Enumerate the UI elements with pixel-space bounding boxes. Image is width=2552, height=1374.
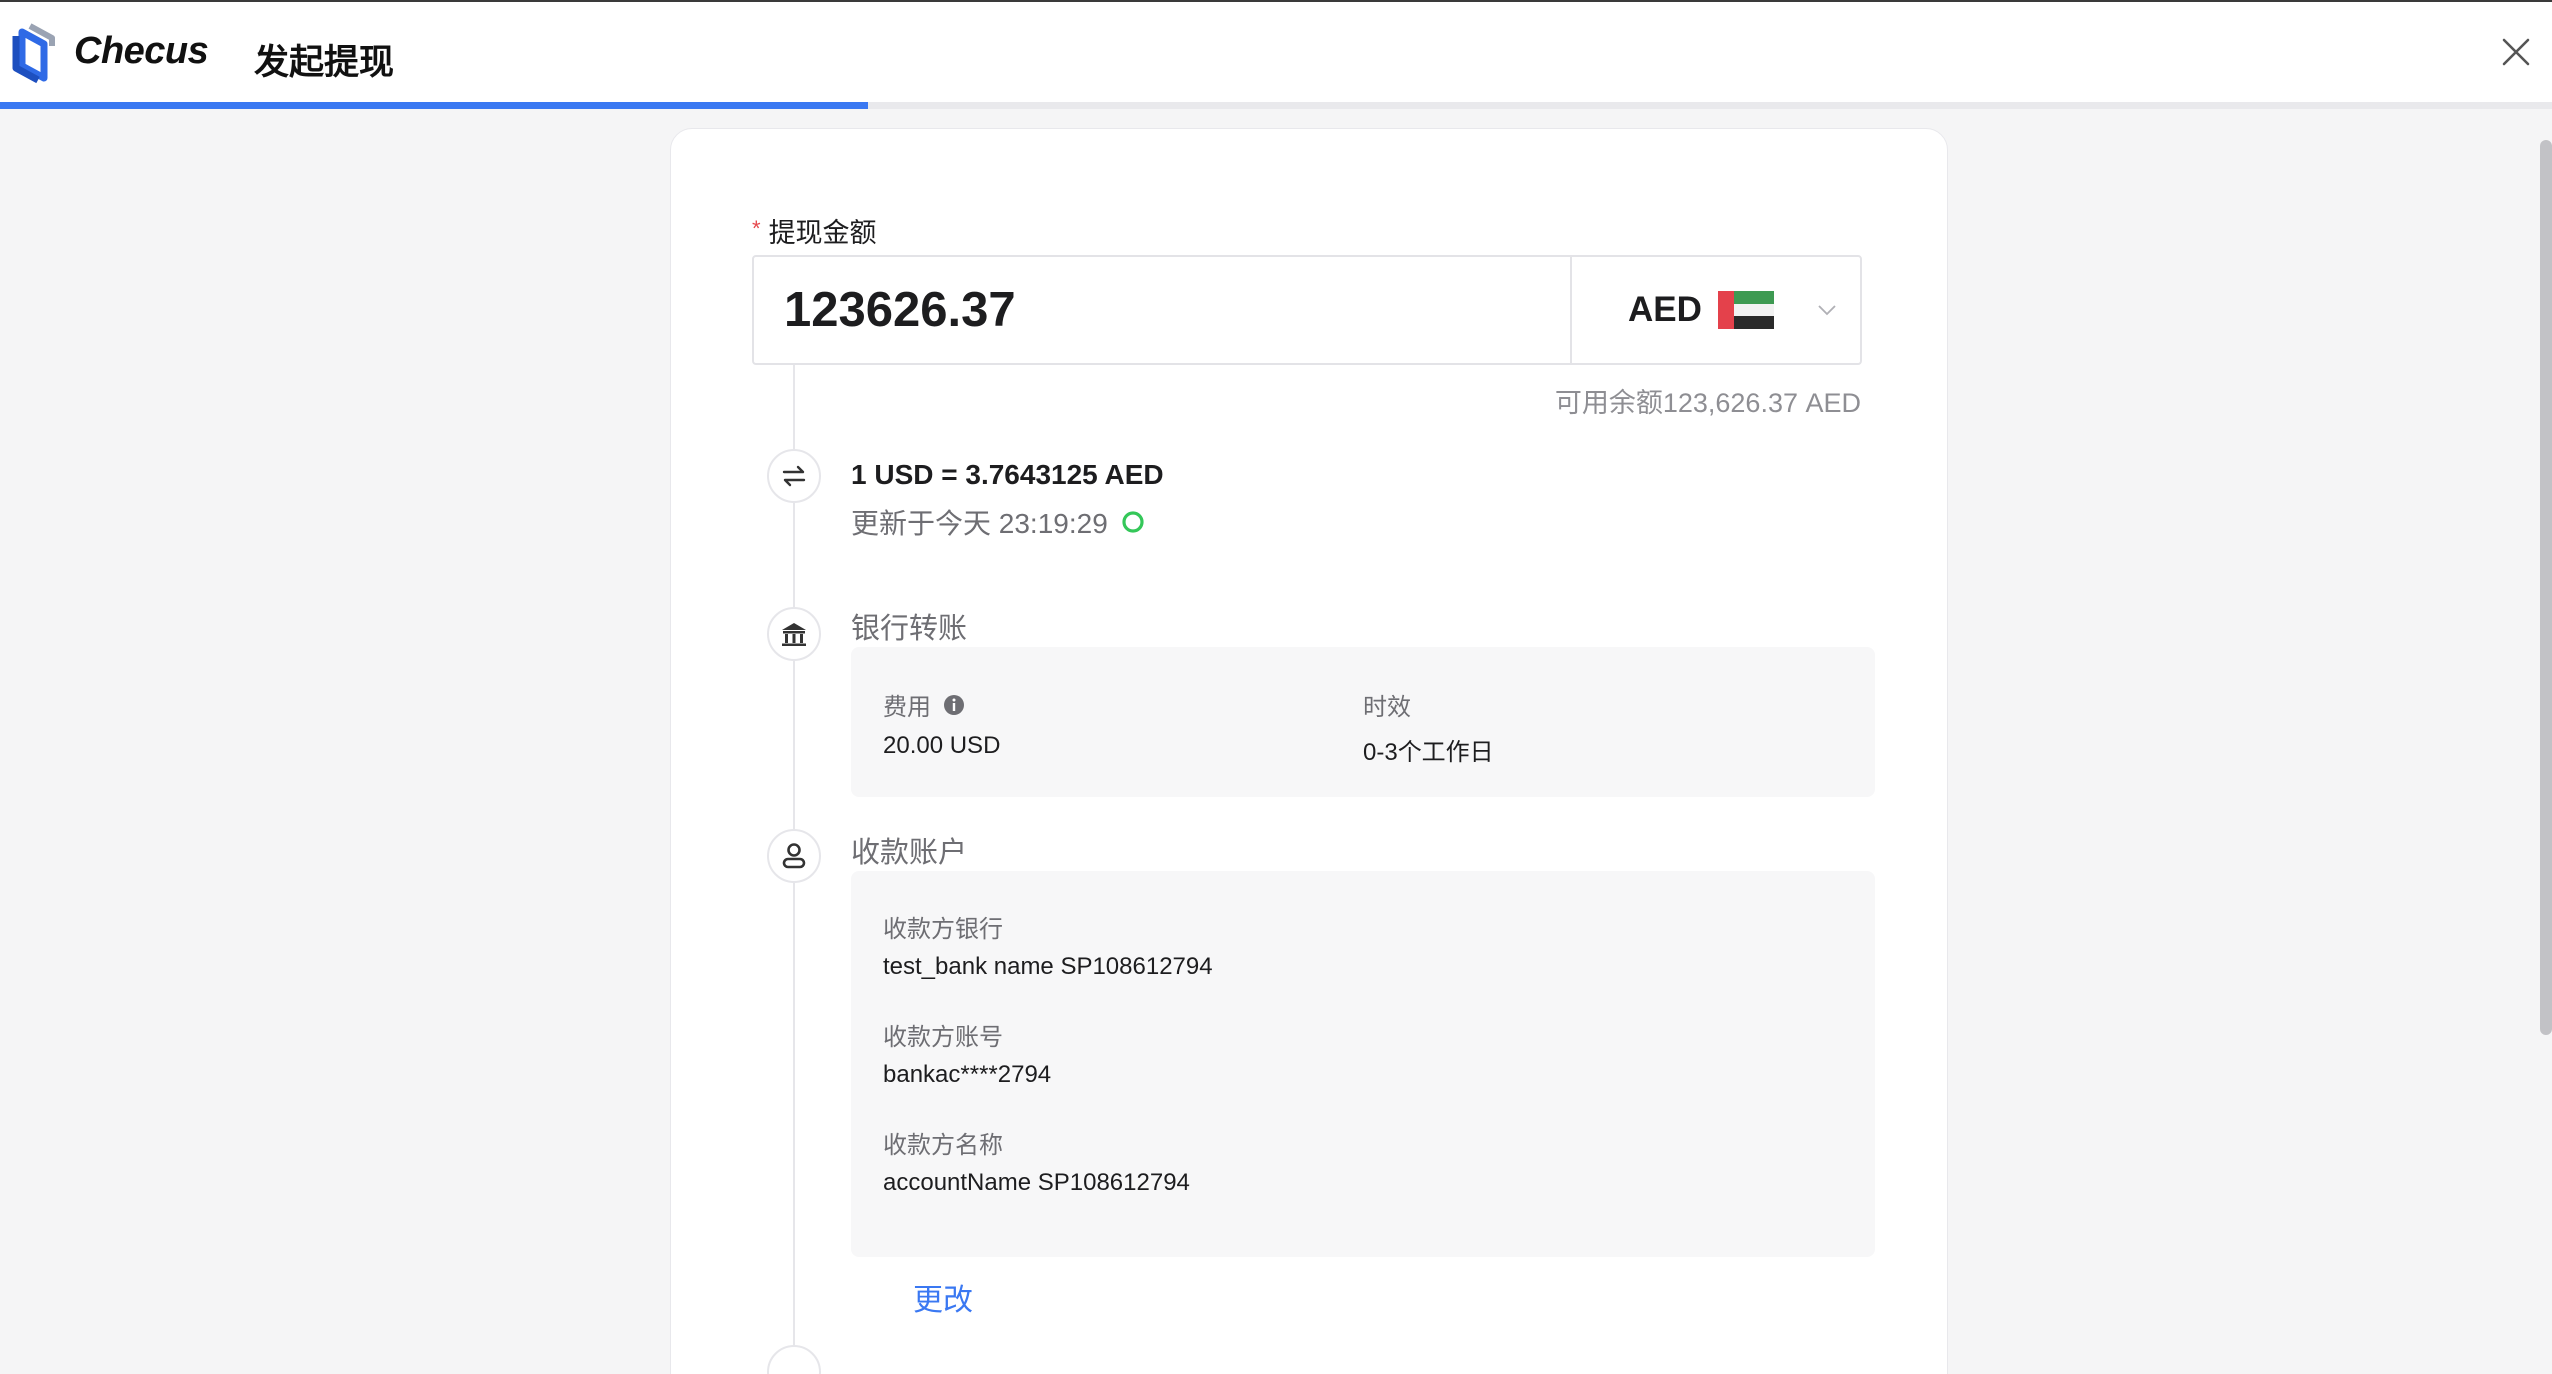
time-label: 时效 [1363,694,1411,721]
checus-logo-icon [12,23,55,84]
chevron-down-icon [1818,305,1836,316]
rate-updated-time: 更新于今天 23:19:29 [851,508,1108,539]
time-value: 0-3个工作日 [1363,739,1494,766]
required-mark: * [752,216,761,241]
payee-account-value: bankac****2794 [883,1061,1052,1088]
fee-value: 20.00 USD [883,732,1001,759]
change-payee-link[interactable]: 更改 [913,1275,973,1319]
bank-transfer-title: 银行转账 [851,613,968,645]
currency-code: AED [1628,290,1702,329]
payee-account-title: 收款账户 [851,837,968,869]
top-bar: Checus 发起提现 [0,0,2552,104]
fee-label-row: 费用 [883,687,965,722]
info-icon[interactable] [943,694,965,716]
amount-input[interactable] [754,257,1572,363]
amount-field-label: * 提现金额 [752,211,877,250]
amount-input-group: AED [752,255,1862,365]
exchange-icon [782,465,806,487]
available-balance: 可用余额123,626.37 AED [1554,388,1861,418]
progress-fill [0,102,868,109]
exchange-icon-circle [767,449,821,503]
payee-name-label: 收款方名称 [883,1132,1003,1159]
withdraw-form-card: * 提现金额 AED 可用余额123,626.37 AED [670,128,1948,1374]
uae-flag-icon [1717,291,1774,330]
rate-updated-row: 更新于今天 23:19:29 [851,502,1146,542]
bank-icon-circle [767,607,821,661]
user-icon [782,843,806,869]
page-title: 发起提现 [254,43,395,82]
scrollbar[interactable] [2540,140,2552,1035]
amount-label-text: 提现金额 [768,218,877,248]
next-step-icon-circle [767,1345,821,1374]
bank-icon [782,623,806,646]
exchange-rate: 1 USD = 3.7643125 AED [851,459,1164,490]
user-icon-circle [767,829,821,883]
refresh-icon[interactable] [1120,509,1146,535]
close-icon[interactable] [2496,32,2536,72]
payee-name-value: accountName SP108612794 [883,1169,1190,1196]
payee-bank-value: test_bank name SP108612794 [883,953,1213,980]
fee-label: 费用 [883,694,931,721]
progress-bar [0,102,2552,109]
payee-account-label: 收款方账号 [883,1024,1003,1051]
bank-transfer-details: 费用 20.00 USD 时效 0-3个工作日 [851,647,1875,797]
payee-account-details: 收款方银行 test_bank name SP108612794 收款方账号 b… [851,871,1875,1257]
brand-name: Checus [74,30,209,72]
currency-select[interactable]: AED [1572,257,1860,363]
payee-bank-label: 收款方银行 [883,916,1003,943]
